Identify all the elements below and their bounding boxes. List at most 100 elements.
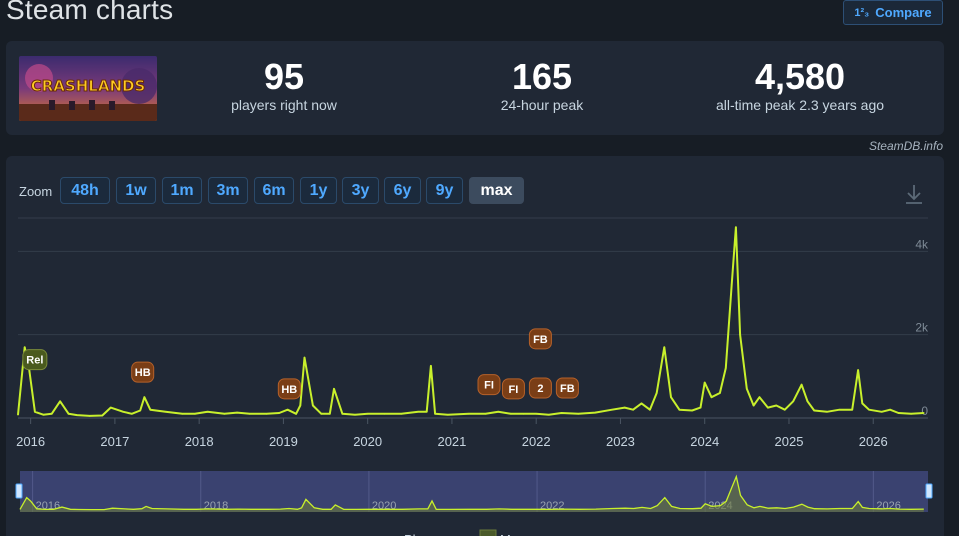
data-point	[783, 408, 786, 411]
data-point	[838, 408, 841, 411]
x-tick-label: 2016	[16, 434, 45, 449]
data-point	[922, 412, 925, 414]
legend-max-label[interactable]: Max	[500, 532, 525, 536]
data-point	[719, 392, 721, 394]
data-point	[910, 413, 912, 415]
data-point	[758, 396, 761, 398]
data-point	[522, 413, 525, 415]
data-point	[670, 396, 672, 398]
data-point	[730, 283, 733, 286]
navigator-window	[20, 471, 928, 512]
data-point	[767, 406, 769, 409]
data-point	[206, 410, 209, 413]
data-point	[484, 413, 487, 415]
data-point	[724, 367, 727, 369]
data-point	[434, 413, 436, 415]
data-point	[312, 404, 314, 407]
event-marker-label: FB	[560, 383, 575, 395]
event-marker-label: HB	[281, 384, 297, 396]
data-point	[143, 396, 146, 398]
event-marker-label: FB	[533, 334, 548, 346]
data-point	[640, 402, 643, 405]
data-point	[88, 415, 91, 417]
data-point	[467, 413, 470, 415]
data-point	[333, 388, 335, 390]
data-point	[691, 409, 693, 412]
data-point	[577, 413, 580, 415]
data-point	[320, 413, 323, 415]
data-point	[122, 410, 125, 413]
data-point	[889, 408, 891, 411]
data-point	[535, 413, 537, 415]
data-point	[800, 383, 803, 386]
data-point	[59, 400, 61, 403]
data-point	[42, 413, 45, 416]
data-point	[851, 408, 853, 411]
x-tick-label: 2017	[100, 434, 129, 449]
navigator-handle-right[interactable]	[925, 483, 933, 499]
data-point	[194, 413, 196, 415]
players-series-line	[17, 226, 924, 417]
x-tick-label: 2023	[606, 434, 635, 449]
data-point	[67, 413, 70, 415]
data-point	[17, 413, 19, 416]
data-point	[560, 412, 563, 414]
data-point	[383, 413, 386, 415]
data-point	[164, 410, 167, 413]
x-tick-label: 2021	[437, 434, 466, 449]
data-point	[548, 413, 550, 416]
data-point	[826, 410, 828, 413]
data-point	[868, 408, 870, 411]
x-tick-label: 2018	[185, 434, 214, 449]
data-point	[366, 413, 369, 415]
data-point	[139, 409, 141, 412]
data-point	[739, 333, 741, 336]
event-marker-label: FI	[484, 380, 494, 392]
navigator-handle-left[interactable]	[15, 483, 23, 499]
y-tick-label: 0	[921, 404, 928, 418]
data-point	[278, 412, 281, 414]
x-tick-label: 2025	[775, 434, 804, 449]
data-point	[655, 392, 658, 394]
data-point	[354, 413, 356, 416]
data-point	[341, 413, 344, 415]
data-point	[76, 414, 78, 416]
data-point	[497, 410, 500, 413]
data-point	[286, 408, 289, 411]
data-point	[248, 413, 251, 415]
x-tick-label: 2022	[522, 434, 551, 449]
data-point	[430, 365, 432, 367]
data-point	[34, 410, 36, 413]
data-point	[752, 404, 755, 407]
data-point	[703, 381, 706, 384]
x-tick-label: 2019	[269, 434, 298, 449]
data-point	[400, 413, 403, 415]
data-point	[897, 412, 900, 414]
x-tick-label: 2026	[859, 434, 888, 449]
x-tick-label: 2024	[690, 434, 719, 449]
data-point	[23, 346, 26, 348]
data-point	[149, 408, 152, 411]
data-point	[861, 402, 864, 405]
data-point	[611, 408, 613, 411]
data-point	[223, 413, 226, 415]
data-point	[857, 369, 859, 371]
legend-max-swatch	[479, 529, 497, 536]
data-point	[299, 404, 302, 407]
event-marker-label: HB	[135, 367, 151, 379]
data-point	[510, 413, 512, 415]
data-point	[880, 410, 883, 413]
data-point	[710, 396, 713, 398]
data-point	[265, 413, 268, 415]
data-point	[130, 413, 133, 415]
data-point	[623, 406, 626, 409]
data-point	[699, 406, 702, 409]
data-point	[328, 413, 331, 415]
data-point	[735, 226, 737, 228]
data-point	[775, 404, 778, 407]
y-tick-label: 2k	[915, 321, 929, 335]
event-marker-label: 2	[537, 383, 543, 395]
legend-players-label[interactable]: Players	[404, 532, 448, 536]
data-point	[446, 413, 449, 416]
data-point	[181, 413, 184, 415]
